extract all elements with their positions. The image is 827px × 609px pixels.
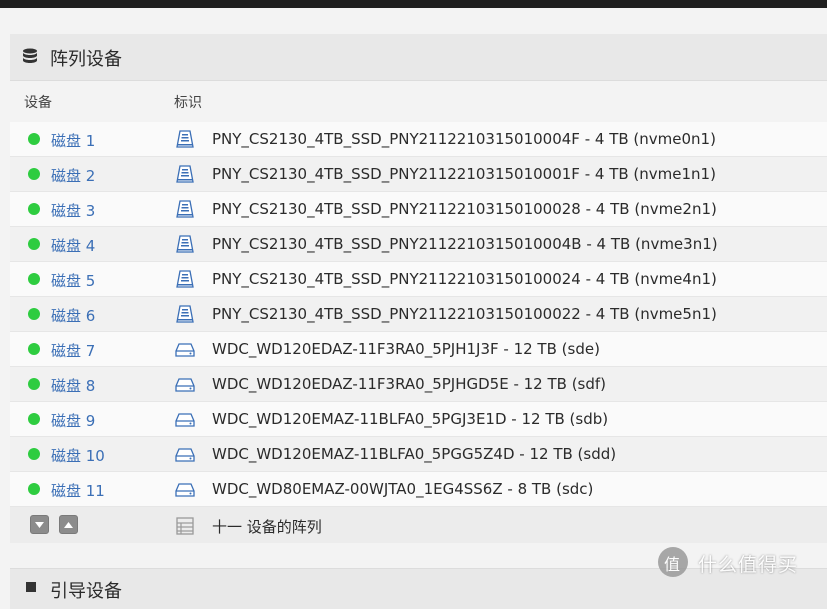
status-online-icon <box>28 168 40 180</box>
device-identifier: PNY_CS2130_4TB_SSD_PNY2112210315010004F … <box>212 130 716 148</box>
footer-row: 十一 设备的阵列 <box>10 507 827 543</box>
device-identifier: PNY_CS2130_4TB_SSD_PNY2112210315010004B … <box>212 235 718 253</box>
ssd-icon <box>175 304 195 324</box>
watermark-logo-glyph: 值 <box>664 555 681 574</box>
status-online-icon <box>28 133 40 145</box>
status-online-icon <box>28 273 40 285</box>
status-online-icon <box>28 378 40 390</box>
disk-link[interactable]: 磁盘 3 <box>51 200 95 221</box>
disk-link[interactable]: 磁盘 6 <box>51 305 95 326</box>
device-identifier: WDC_WD120EDAZ-11F3RA0_5PJHGD5E - 12 TB (… <box>212 375 607 393</box>
device-row: 磁盘 5 PNY_CS2130_4TB_SSD_PNY21122103150100… <box>10 262 827 297</box>
arrow-up-icon <box>64 522 73 528</box>
ssd-icon <box>175 199 195 219</box>
array-devices-panel: 阵列设备 设备 标识 磁盘 1 PNY_CS2130_4TB_SSD_PNY211… <box>10 34 827 544</box>
device-identifier: WDC_WD120EMAZ-11BLFA0_5PGJ3E1D - 12 TB (… <box>212 410 609 428</box>
status-online-icon <box>28 448 40 460</box>
expand-up-button[interactable] <box>59 515 78 534</box>
device-identifier: PNY_CS2130_4TB_SSD_PNY21122103150100024 … <box>212 270 717 288</box>
device-row: 磁盘 8 WDC_WD120EDAZ-11F3RA0_5PJHGD5E - 12 … <box>10 367 827 402</box>
disk-link[interactable]: 磁盘 4 <box>51 235 95 256</box>
panel2-title: 引导设备 <box>50 581 122 602</box>
status-online-icon <box>28 483 40 495</box>
device-row: 磁盘 1 PNY_CS2130_4TB_SSD_PNY21122103150100… <box>10 122 827 157</box>
device-row: 磁盘 10 WDC_WD120EMAZ-11BLFA0_5PGG5Z4D - 12… <box>10 437 827 472</box>
device-identifier: PNY_CS2130_4TB_SSD_PNY21122103150100028 … <box>212 200 717 218</box>
device-row: 磁盘 9 WDC_WD120EMAZ-11BLFA0_5PGJ3E1D - 12 … <box>10 402 827 437</box>
disk-link[interactable]: 磁盘 2 <box>51 165 95 186</box>
database-icon <box>23 48 37 63</box>
disk-link[interactable]: 磁盘 1 <box>51 130 95 151</box>
disk-link[interactable]: 磁盘 9 <box>51 410 95 431</box>
list-icon <box>176 517 194 535</box>
device-identifier: WDC_WD120EDAZ-11F3RA0_5PJH1J3F - 12 TB (… <box>212 340 600 358</box>
disk-link[interactable]: 磁盘 8 <box>51 375 95 396</box>
device-list: 磁盘 1 PNY_CS2130_4TB_SSD_PNY21122103150100… <box>10 122 827 543</box>
disk-link[interactable]: 磁盘 7 <box>51 340 95 361</box>
device-identifier: PNY_CS2130_4TB_SSD_PNY21122103150100022 … <box>212 305 717 323</box>
device-identifier: PNY_CS2130_4TB_SSD_PNY2112210315010001F … <box>212 165 716 183</box>
device-row: 磁盘 7 WDC_WD120EDAZ-11F3RA0_5PJH1J3F - 12 … <box>10 332 827 367</box>
device-identifier: WDC_WD80EMAZ-00WJTA0_1EG4SS6Z - 8 TB (sd… <box>212 480 594 498</box>
device-row: 磁盘 4 PNY_CS2130_4TB_SSD_PNY21122103150100… <box>10 227 827 262</box>
device-row: 磁盘 2 PNY_CS2130_4TB_SSD_PNY21122103150100… <box>10 157 827 192</box>
disk-link[interactable]: 磁盘 5 <box>51 270 95 291</box>
boot-device-icon <box>26 582 36 592</box>
hdd-icon <box>175 339 195 359</box>
ssd-icon <box>175 234 195 254</box>
status-online-icon <box>28 343 40 355</box>
panel-header: 阵列设备 <box>10 34 827 81</box>
status-online-icon <box>28 238 40 250</box>
top-bar <box>0 0 827 8</box>
hdd-icon <box>175 444 195 464</box>
panel-title: 阵列设备 <box>50 49 122 70</box>
watermark: 值 什么值得买 <box>658 547 823 579</box>
device-row: 磁盘 3 PNY_CS2130_4TB_SSD_PNY21122103150100… <box>10 192 827 227</box>
column-header-identifier: 标识 <box>174 95 202 111</box>
column-header-device: 设备 <box>24 95 52 111</box>
status-online-icon <box>28 203 40 215</box>
status-online-icon <box>28 413 40 425</box>
disk-link[interactable]: 磁盘 11 <box>51 480 105 501</box>
device-identifier: WDC_WD120EMAZ-11BLFA0_5PGG5Z4D - 12 TB (… <box>212 445 617 463</box>
device-row: 磁盘 6 PNY_CS2130_4TB_SSD_PNY21122103150100… <box>10 297 827 332</box>
collapse-down-button[interactable] <box>30 515 49 534</box>
ssd-icon <box>175 269 195 289</box>
ssd-icon <box>175 164 195 184</box>
arrow-down-icon <box>35 522 44 528</box>
hdd-icon <box>175 374 195 394</box>
status-online-icon <box>28 308 40 320</box>
watermark-text: 什么值得买 <box>698 554 799 576</box>
watermark-logo: 值 <box>658 547 688 577</box>
hdd-icon <box>175 409 195 429</box>
array-summary: 十一 设备的阵列 <box>212 518 322 536</box>
device-row: 磁盘 11 WDC_WD80EMAZ-00WJTA0_1EG4SS6Z - 8 T… <box>10 472 827 507</box>
hdd-icon <box>175 479 195 499</box>
disk-link[interactable]: 磁盘 10 <box>51 445 105 466</box>
ssd-icon <box>175 129 195 149</box>
